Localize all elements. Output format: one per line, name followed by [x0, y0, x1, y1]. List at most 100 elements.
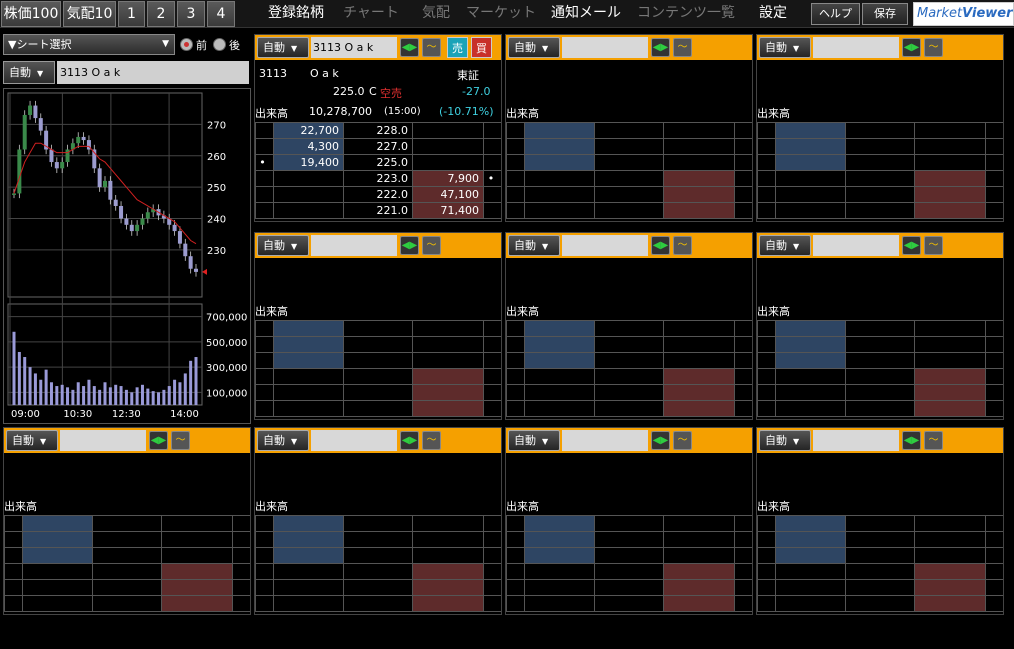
radio-next[interactable]	[213, 38, 226, 51]
volume-bar	[33, 373, 37, 405]
panel-code-field[interactable]	[60, 430, 146, 451]
order-book-mark	[734, 122, 752, 139]
panel-mode-select[interactable]: 自動 ▼	[257, 235, 309, 256]
swap-arrows-icon[interactable]: ◀▶	[902, 431, 921, 450]
panel-mode-select[interactable]: 自動 ▼	[508, 235, 560, 256]
panel-code-field[interactable]	[311, 235, 397, 256]
ask-quantity	[412, 352, 484, 369]
swap-arrows-icon[interactable]: ◀▶	[149, 431, 168, 450]
panel-code-field[interactable]	[813, 430, 899, 451]
ask-quantity	[663, 563, 735, 580]
order-book-mark	[757, 202, 776, 219]
panel-mode-select[interactable]: 自動 ▼	[257, 430, 309, 451]
chart-icon[interactable]: 〜	[924, 38, 943, 57]
panel-mode-select[interactable]: 自動 ▼	[508, 37, 560, 58]
panel-mode-select[interactable]: 自動 ▼	[759, 235, 811, 256]
tab-4[interactable]: 4	[207, 1, 235, 27]
order-book-row	[757, 384, 1003, 401]
order-book-mark	[734, 352, 752, 369]
menu-settings[interactable]: 設定	[759, 2, 787, 24]
chart-icon[interactable]: 〜	[422, 236, 441, 255]
chart-icon[interactable]: 〜	[171, 431, 190, 450]
chart-icon[interactable]: 〜	[673, 38, 692, 57]
order-price	[594, 515, 664, 532]
bid-quantity	[524, 202, 595, 219]
panel-mode-select[interactable]: 自動 ▼	[6, 430, 58, 451]
bid-quantity	[775, 202, 846, 219]
tab-stock-price-100[interactable]: 株価100	[1, 1, 61, 27]
chart-icon[interactable]: 〜	[673, 431, 692, 450]
help-button[interactable]: ヘルプ	[811, 3, 860, 25]
panel-mode-label: 自動	[765, 239, 787, 252]
order-book-mark	[757, 595, 776, 612]
bid-quantity	[524, 186, 595, 203]
buy-button[interactable]: 買	[471, 37, 492, 58]
volume-bar	[44, 369, 48, 405]
bid-quantity: 4,300	[273, 138, 344, 155]
swap-arrows-icon[interactable]: ◀▶	[400, 38, 419, 57]
order-price	[343, 547, 413, 564]
tab-1[interactable]: 1	[118, 1, 145, 27]
menu-chart[interactable]: チャート	[343, 2, 399, 24]
chart-icon[interactable]: 〜	[673, 236, 692, 255]
panel-mode-select[interactable]: 自動 ▼	[508, 430, 560, 451]
swap-arrows-icon[interactable]: ◀▶	[902, 38, 921, 57]
ask-quantity	[412, 336, 484, 353]
menu-contents-list[interactable]: コンテンツ一覧	[637, 2, 735, 24]
bid-quantity	[273, 186, 344, 203]
swap-arrows-icon[interactable]: ◀▶	[400, 431, 419, 450]
panel-code-field[interactable]	[562, 430, 648, 451]
order-book-row	[255, 531, 501, 548]
swap-arrows-icon[interactable]: ◀▶	[902, 236, 921, 255]
chart-icon[interactable]: 〜	[924, 431, 943, 450]
order-book-mark	[985, 563, 1003, 580]
candle-body	[17, 149, 22, 194]
order-book-row	[4, 579, 250, 596]
chart-code-field[interactable]: 3113 O a k	[57, 61, 249, 84]
order-book-mark	[483, 531, 501, 548]
volume-bar	[140, 384, 144, 405]
panel-code-field[interactable]	[311, 430, 397, 451]
order-book-mark	[255, 202, 274, 219]
panel-code-field[interactable]	[562, 235, 648, 256]
order-book-mark	[985, 579, 1003, 596]
order-book-mark	[757, 515, 776, 532]
order-book-mark	[506, 547, 525, 564]
chart-icon[interactable]: 〜	[924, 236, 943, 255]
swap-arrows-icon[interactable]: ◀▶	[400, 236, 419, 255]
chart-icon[interactable]: 〜	[422, 431, 441, 450]
order-book-row	[757, 563, 1003, 580]
tab-quote-10[interactable]: 気配10	[63, 1, 116, 27]
panel-code-field[interactable]	[813, 235, 899, 256]
panel-mode-select[interactable]: 自動 ▼	[257, 37, 309, 58]
panel-code-field[interactable]: 3113 O a k	[311, 37, 397, 58]
chart-icon[interactable]: 〜	[422, 38, 441, 57]
order-book-row	[506, 336, 752, 353]
order-price	[845, 579, 915, 596]
tab-2[interactable]: 2	[147, 1, 175, 27]
logo-text-viewer: Viewer	[962, 6, 1013, 21]
menu-market[interactable]: マーケット	[466, 2, 536, 24]
menu-registered-stocks[interactable]: 登録銘柄	[268, 2, 324, 24]
save-button[interactable]: 保存	[862, 3, 908, 25]
panel-code-field[interactable]	[562, 37, 648, 58]
panel-header: 自動 ▼ ◀▶ 〜	[255, 233, 501, 258]
menu-notification-mail[interactable]: 通知メール	[551, 2, 621, 24]
tab-3[interactable]: 3	[177, 1, 205, 27]
swap-arrows-icon[interactable]: ◀▶	[651, 38, 670, 57]
panel-mode-select[interactable]: 自動 ▼	[759, 430, 811, 451]
order-book-mark	[734, 400, 752, 417]
order-book-row	[506, 202, 752, 219]
sheet-select-dropdown[interactable]: ▼シート選択 ▼	[3, 34, 175, 55]
volume-label: 出来高	[757, 500, 790, 513]
sell-button[interactable]: 売	[447, 37, 468, 58]
panel-mode-select[interactable]: 自動 ▼	[759, 37, 811, 58]
menu-quote[interactable]: 気配	[422, 2, 450, 24]
radio-prev[interactable]	[180, 38, 193, 51]
swap-arrows-icon[interactable]: ◀▶	[651, 236, 670, 255]
chart-mode-select[interactable]: 自動 ▼	[3, 61, 55, 84]
swap-arrows-icon[interactable]: ◀▶	[651, 431, 670, 450]
order-book-row	[757, 352, 1003, 369]
panel-code-field[interactable]	[813, 37, 899, 58]
chevron-down-icon: ▼	[542, 437, 549, 446]
